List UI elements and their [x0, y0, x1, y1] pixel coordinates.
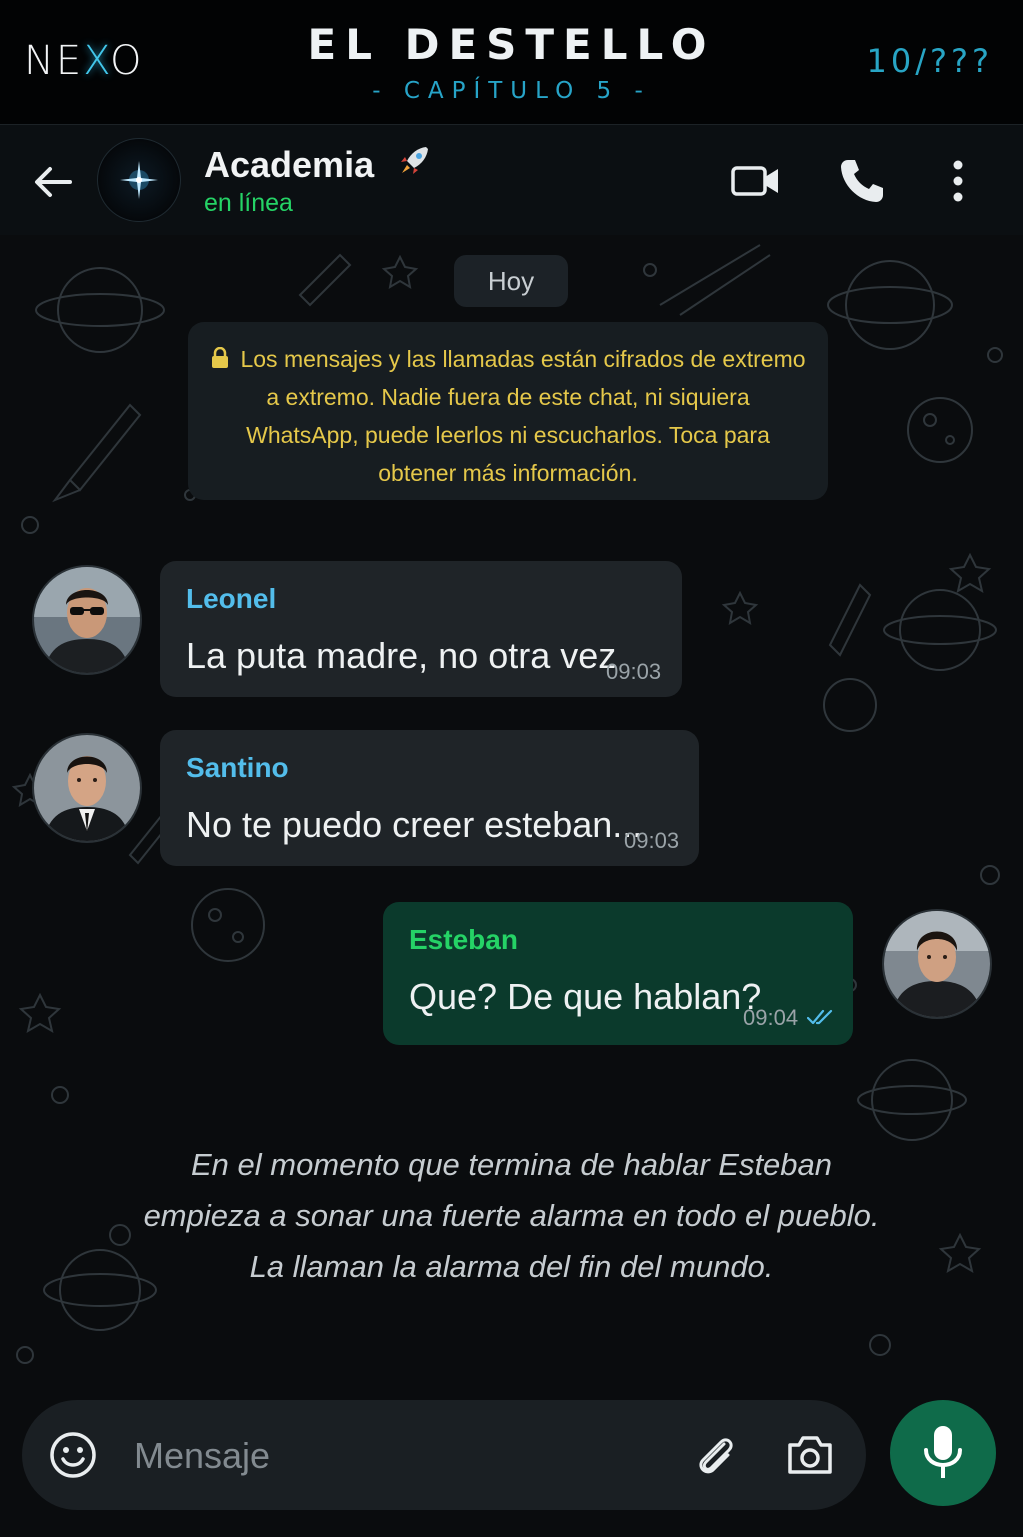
- narration-line: En el momento que termina de hablar Este…: [190, 1147, 833, 1182]
- chapter-subtitle: - CAPÍTULO 5 -: [372, 78, 651, 104]
- more-options-icon[interactable]: [932, 155, 984, 207]
- encryption-notice[interactable]: Los mensajes y las llamadas están cifrad…: [188, 322, 828, 500]
- avatar-santino[interactable]: [32, 733, 142, 843]
- message-sender: Esteban: [409, 924, 518, 955]
- message-text: La puta madre, no otra vez: [186, 635, 617, 676]
- read-ticks-icon: [807, 1009, 833, 1025]
- message-text: No te puedo creer esteban...: [186, 804, 643, 845]
- rocket-icon: [401, 147, 429, 174]
- lock-icon: [212, 347, 229, 368]
- narration-line: empieza a sonar una fuerte alarma en tod…: [143, 1198, 880, 1233]
- story-banner: NEXO EL DESTELLO - CAPÍTULO 5 - 10/???: [0, 0, 1023, 124]
- story-narration: En el momento que termina de hablar Este…: [0, 1139, 1023, 1292]
- group-name[interactable]: Academia: [204, 143, 432, 186]
- video-call-icon[interactable]: [730, 155, 782, 207]
- encryption-notice-text: Los mensajes y las llamadas están cifrad…: [240, 346, 806, 486]
- emoji-icon[interactable]: [48, 1430, 98, 1480]
- chat-area[interactable]: Hoy Los mensajes y las llamadas están ci…: [0, 235, 1023, 1400]
- message-sender: Leonel: [186, 583, 277, 614]
- message-sender: Santino: [186, 752, 289, 783]
- message-text: Que? De que hablan?: [409, 976, 762, 1017]
- online-status: en línea: [204, 189, 293, 217]
- person-hoodie-icon: [884, 911, 990, 1017]
- message-composer: [0, 1400, 1023, 1537]
- message-input[interactable]: [132, 1422, 676, 1490]
- message-time: 09:04: [743, 1005, 799, 1030]
- voice-message-button[interactable]: [890, 1400, 996, 1506]
- date-divider: Hoy: [454, 255, 568, 307]
- page-counter: 10/???: [866, 42, 993, 80]
- message-bubble-esteban[interactable]: Esteban Que? De que hablan? 09:04: [383, 902, 853, 1045]
- message-time: 09:03: [624, 828, 680, 853]
- narration-line: La llaman la alarma del fin del mundo.: [249, 1249, 774, 1284]
- avatar-esteban[interactable]: [882, 909, 992, 1019]
- message-time: 09:03: [606, 659, 662, 684]
- group-avatar[interactable]: [97, 138, 181, 222]
- attach-icon[interactable]: [690, 1430, 740, 1480]
- chat-header: Academia en línea: [0, 124, 1023, 236]
- microphone-icon: [924, 1426, 962, 1478]
- person-sunglasses-icon: [34, 567, 140, 673]
- message-bubble-santino[interactable]: Santino No te puedo creer esteban... 09:…: [160, 730, 699, 866]
- person-suit-icon: [34, 735, 140, 841]
- message-input-box[interactable]: [22, 1400, 866, 1510]
- phone-call-icon[interactable]: [836, 155, 888, 207]
- message-bubble-leonel[interactable]: Leonel La puta madre, no otra vez 09:03: [160, 561, 682, 697]
- camera-icon[interactable]: [784, 1430, 836, 1480]
- back-arrow-icon[interactable]: [30, 159, 76, 205]
- sparkle-icon: [120, 161, 158, 199]
- group-name-text: Academia: [204, 144, 375, 185]
- avatar-leonel[interactable]: [32, 565, 142, 675]
